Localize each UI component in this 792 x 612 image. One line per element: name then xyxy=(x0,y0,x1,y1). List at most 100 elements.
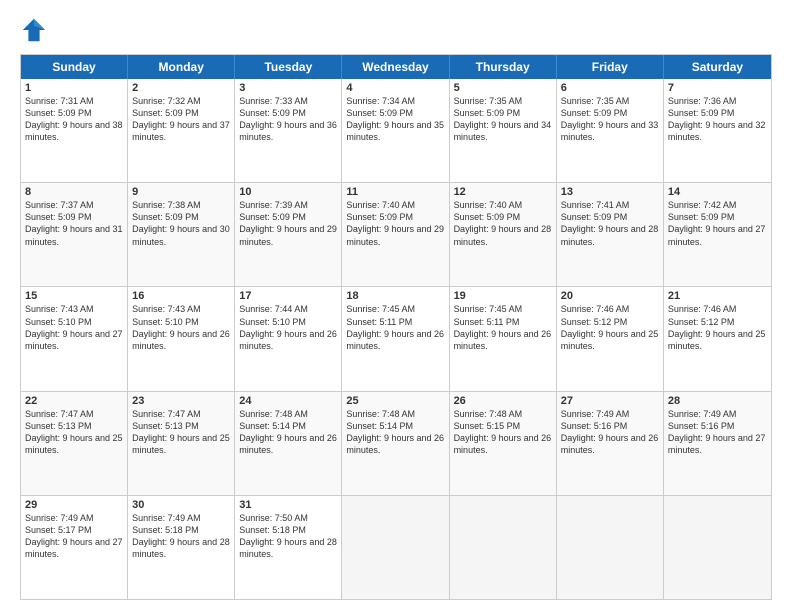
day-number: 26 xyxy=(454,395,552,407)
day-number: 28 xyxy=(668,395,767,407)
cell-info: Sunrise: 7:35 AMSunset: 5:09 PMDaylight:… xyxy=(454,95,552,144)
day-number: 8 xyxy=(25,186,123,198)
cal-cell: 2Sunrise: 7:32 AMSunset: 5:09 PMDaylight… xyxy=(128,79,235,182)
calendar-row: 1Sunrise: 7:31 AMSunset: 5:09 PMDaylight… xyxy=(21,79,771,183)
cal-cell: 31Sunrise: 7:50 AMSunset: 5:18 PMDayligh… xyxy=(235,496,342,599)
cal-cell: 15Sunrise: 7:43 AMSunset: 5:10 PMDayligh… xyxy=(21,287,128,390)
cell-info: Sunrise: 7:47 AMSunset: 5:13 PMDaylight:… xyxy=(25,408,123,457)
cal-cell: 10Sunrise: 7:39 AMSunset: 5:09 PMDayligh… xyxy=(235,183,342,286)
cell-info: Sunrise: 7:39 AMSunset: 5:09 PMDaylight:… xyxy=(239,199,337,248)
cal-cell: 20Sunrise: 7:46 AMSunset: 5:12 PMDayligh… xyxy=(557,287,664,390)
cell-info: Sunrise: 7:35 AMSunset: 5:09 PMDaylight:… xyxy=(561,95,659,144)
cell-info: Sunrise: 7:46 AMSunset: 5:12 PMDaylight:… xyxy=(668,303,767,352)
day-number: 14 xyxy=(668,186,767,198)
cal-cell: 17Sunrise: 7:44 AMSunset: 5:10 PMDayligh… xyxy=(235,287,342,390)
cell-info: Sunrise: 7:45 AMSunset: 5:11 PMDaylight:… xyxy=(454,303,552,352)
day-number: 29 xyxy=(25,499,123,511)
cal-cell: 12Sunrise: 7:40 AMSunset: 5:09 PMDayligh… xyxy=(450,183,557,286)
cal-cell-empty xyxy=(557,496,664,599)
calendar-header: SundayMondayTuesdayWednesdayThursdayFrid… xyxy=(21,55,771,79)
cell-info: Sunrise: 7:38 AMSunset: 5:09 PMDaylight:… xyxy=(132,199,230,248)
cell-info: Sunrise: 7:49 AMSunset: 5:18 PMDaylight:… xyxy=(132,512,230,561)
cal-cell: 3Sunrise: 7:33 AMSunset: 5:09 PMDaylight… xyxy=(235,79,342,182)
cell-info: Sunrise: 7:32 AMSunset: 5:09 PMDaylight:… xyxy=(132,95,230,144)
day-number: 4 xyxy=(346,82,444,94)
cal-cell-empty xyxy=(664,496,771,599)
cal-cell: 23Sunrise: 7:47 AMSunset: 5:13 PMDayligh… xyxy=(128,392,235,495)
cal-cell-empty xyxy=(342,496,449,599)
cal-cell: 7Sunrise: 7:36 AMSunset: 5:09 PMDaylight… xyxy=(664,79,771,182)
cal-cell: 28Sunrise: 7:49 AMSunset: 5:16 PMDayligh… xyxy=(664,392,771,495)
cell-info: Sunrise: 7:49 AMSunset: 5:16 PMDaylight:… xyxy=(561,408,659,457)
day-number: 3 xyxy=(239,82,337,94)
cell-info: Sunrise: 7:40 AMSunset: 5:09 PMDaylight:… xyxy=(346,199,444,248)
cal-header-day: Tuesday xyxy=(235,55,342,79)
day-number: 24 xyxy=(239,395,337,407)
cal-header-day: Sunday xyxy=(21,55,128,79)
cal-header-day: Friday xyxy=(557,55,664,79)
cal-cell: 5Sunrise: 7:35 AMSunset: 5:09 PMDaylight… xyxy=(450,79,557,182)
calendar: SundayMondayTuesdayWednesdayThursdayFrid… xyxy=(20,54,772,600)
cell-info: Sunrise: 7:31 AMSunset: 5:09 PMDaylight:… xyxy=(25,95,123,144)
cell-info: Sunrise: 7:44 AMSunset: 5:10 PMDaylight:… xyxy=(239,303,337,352)
cal-cell: 25Sunrise: 7:48 AMSunset: 5:14 PMDayligh… xyxy=(342,392,449,495)
cal-header-day: Thursday xyxy=(450,55,557,79)
cell-info: Sunrise: 7:34 AMSunset: 5:09 PMDaylight:… xyxy=(346,95,444,144)
cal-cell: 4Sunrise: 7:34 AMSunset: 5:09 PMDaylight… xyxy=(342,79,449,182)
day-number: 27 xyxy=(561,395,659,407)
cell-info: Sunrise: 7:43 AMSunset: 5:10 PMDaylight:… xyxy=(132,303,230,352)
cell-info: Sunrise: 7:42 AMSunset: 5:09 PMDaylight:… xyxy=(668,199,767,248)
day-number: 22 xyxy=(25,395,123,407)
cell-info: Sunrise: 7:48 AMSunset: 5:14 PMDaylight:… xyxy=(346,408,444,457)
cal-cell: 8Sunrise: 7:37 AMSunset: 5:09 PMDaylight… xyxy=(21,183,128,286)
cell-info: Sunrise: 7:49 AMSunset: 5:16 PMDaylight:… xyxy=(668,408,767,457)
cal-cell: 19Sunrise: 7:45 AMSunset: 5:11 PMDayligh… xyxy=(450,287,557,390)
day-number: 17 xyxy=(239,290,337,302)
day-number: 23 xyxy=(132,395,230,407)
cal-cell: 18Sunrise: 7:45 AMSunset: 5:11 PMDayligh… xyxy=(342,287,449,390)
day-number: 6 xyxy=(561,82,659,94)
day-number: 12 xyxy=(454,186,552,198)
cal-header-day: Saturday xyxy=(664,55,771,79)
cell-info: Sunrise: 7:40 AMSunset: 5:09 PMDaylight:… xyxy=(454,199,552,248)
cell-info: Sunrise: 7:48 AMSunset: 5:15 PMDaylight:… xyxy=(454,408,552,457)
cal-cell-empty xyxy=(450,496,557,599)
cal-cell: 24Sunrise: 7:48 AMSunset: 5:14 PMDayligh… xyxy=(235,392,342,495)
cell-info: Sunrise: 7:46 AMSunset: 5:12 PMDaylight:… xyxy=(561,303,659,352)
cal-cell: 30Sunrise: 7:49 AMSunset: 5:18 PMDayligh… xyxy=(128,496,235,599)
cal-cell: 13Sunrise: 7:41 AMSunset: 5:09 PMDayligh… xyxy=(557,183,664,286)
logo-icon xyxy=(20,16,48,44)
cal-cell: 1Sunrise: 7:31 AMSunset: 5:09 PMDaylight… xyxy=(21,79,128,182)
cal-cell: 6Sunrise: 7:35 AMSunset: 5:09 PMDaylight… xyxy=(557,79,664,182)
header xyxy=(20,16,772,44)
day-number: 30 xyxy=(132,499,230,511)
cell-info: Sunrise: 7:48 AMSunset: 5:14 PMDaylight:… xyxy=(239,408,337,457)
day-number: 7 xyxy=(668,82,767,94)
cell-info: Sunrise: 7:33 AMSunset: 5:09 PMDaylight:… xyxy=(239,95,337,144)
day-number: 1 xyxy=(25,82,123,94)
cal-cell: 14Sunrise: 7:42 AMSunset: 5:09 PMDayligh… xyxy=(664,183,771,286)
page: SundayMondayTuesdayWednesdayThursdayFrid… xyxy=(0,0,792,612)
day-number: 19 xyxy=(454,290,552,302)
cell-info: Sunrise: 7:49 AMSunset: 5:17 PMDaylight:… xyxy=(25,512,123,561)
cal-header-day: Monday xyxy=(128,55,235,79)
day-number: 25 xyxy=(346,395,444,407)
cell-info: Sunrise: 7:43 AMSunset: 5:10 PMDaylight:… xyxy=(25,303,123,352)
calendar-row: 15Sunrise: 7:43 AMSunset: 5:10 PMDayligh… xyxy=(21,287,771,391)
day-number: 31 xyxy=(239,499,337,511)
cal-cell: 26Sunrise: 7:48 AMSunset: 5:15 PMDayligh… xyxy=(450,392,557,495)
day-number: 10 xyxy=(239,186,337,198)
cell-info: Sunrise: 7:36 AMSunset: 5:09 PMDaylight:… xyxy=(668,95,767,144)
calendar-body: 1Sunrise: 7:31 AMSunset: 5:09 PMDaylight… xyxy=(21,79,771,599)
cell-info: Sunrise: 7:41 AMSunset: 5:09 PMDaylight:… xyxy=(561,199,659,248)
cal-cell: 16Sunrise: 7:43 AMSunset: 5:10 PMDayligh… xyxy=(128,287,235,390)
day-number: 5 xyxy=(454,82,552,94)
day-number: 16 xyxy=(132,290,230,302)
day-number: 18 xyxy=(346,290,444,302)
cal-cell: 21Sunrise: 7:46 AMSunset: 5:12 PMDayligh… xyxy=(664,287,771,390)
cal-cell: 29Sunrise: 7:49 AMSunset: 5:17 PMDayligh… xyxy=(21,496,128,599)
calendar-row: 8Sunrise: 7:37 AMSunset: 5:09 PMDaylight… xyxy=(21,183,771,287)
cal-cell: 11Sunrise: 7:40 AMSunset: 5:09 PMDayligh… xyxy=(342,183,449,286)
day-number: 9 xyxy=(132,186,230,198)
cell-info: Sunrise: 7:50 AMSunset: 5:18 PMDaylight:… xyxy=(239,512,337,561)
